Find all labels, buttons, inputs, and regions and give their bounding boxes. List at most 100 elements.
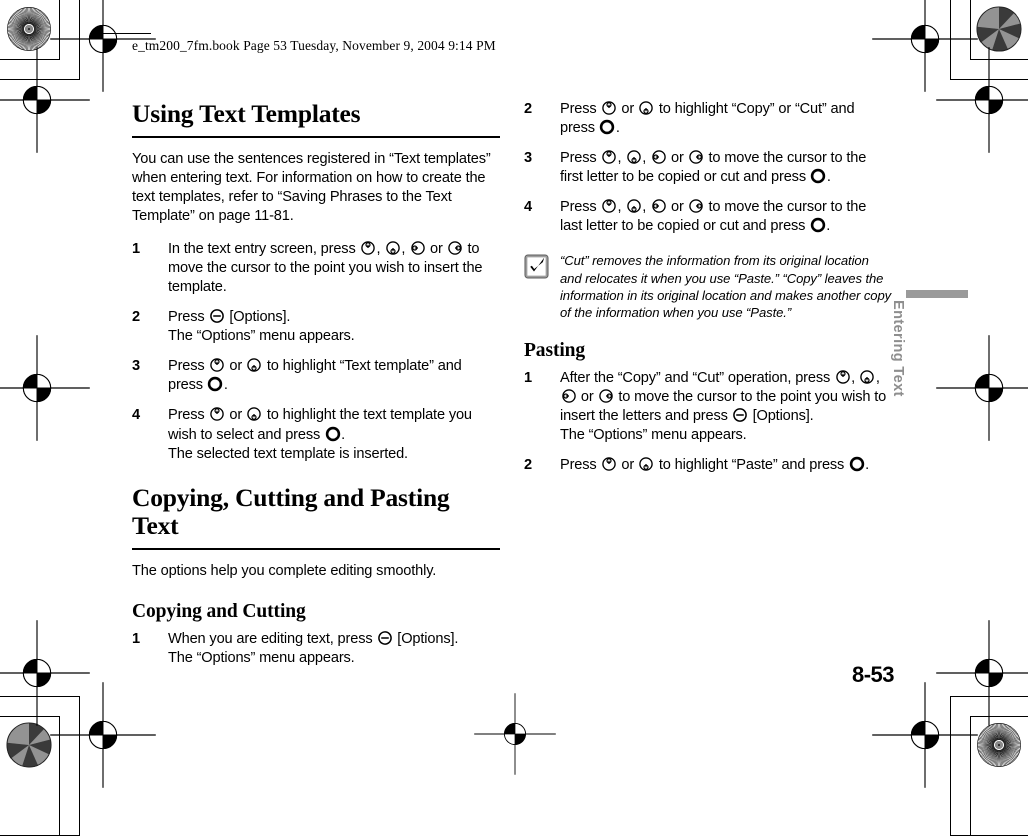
key-center-icon (207, 376, 223, 392)
step-item: 1 After the “Copy” and “Cut” operation, p… (524, 369, 892, 445)
step-text: Press [Options]. (168, 309, 291, 326)
side-tab-bar (906, 290, 968, 298)
title-rule (132, 135, 500, 139)
registration-crosshair-icon (872, 0, 978, 92)
step-number: 1 (524, 369, 532, 386)
step-number: 2 (524, 101, 532, 117)
registration-mark-left-mid (0, 335, 90, 441)
page-title: Using Text Templates (132, 99, 361, 128)
key-softkey-icon (732, 407, 748, 423)
note-text: “Cut” removes the information from its o… (560, 253, 892, 321)
step-number: 2 (524, 456, 532, 473)
page-number: 8-53 (851, 662, 895, 687)
key-down-icon (626, 198, 642, 214)
registration-mark-bottom-center (474, 693, 556, 775)
header-rule (103, 33, 151, 35)
crop-box-top-left-2 (0, 0, 80, 80)
step-text: When you are editing text, press [Option… (168, 631, 459, 648)
crop-box-top-right-2 (950, 0, 1028, 80)
key-up-icon (209, 406, 225, 422)
key-center-icon (810, 168, 826, 184)
side-tab-label: Entering Text (890, 300, 906, 397)
step-item: 1 When you are editing text, press [Optio… (132, 630, 500, 668)
key-down-icon (385, 240, 401, 256)
pinwheel-target-bottom-left (6, 722, 52, 768)
pinwheel-target-top-right (976, 6, 1022, 52)
section-rule (132, 547, 500, 551)
right-column: 2 Press or to highlight “Copy” or “Cut” a… (524, 100, 892, 486)
step-result: The “Options” menu appears. (560, 426, 747, 443)
registration-crosshair-icon (50, 0, 156, 92)
step-text: After the “Copy” and “Cut” operation, pr… (560, 369, 887, 424)
step-number: 4 (132, 407, 140, 424)
key-down-icon (246, 406, 262, 422)
check-note-icon (524, 254, 549, 279)
registration-mark-bottom-left (50, 682, 156, 788)
registration-crosshair-icon (936, 47, 1028, 153)
step-text: Press , , or to move the cursor to the f… (560, 149, 867, 186)
steps-list-pasting: 1 After the “Copy” and “Cut” operation, p… (524, 369, 892, 475)
step-text: Press , , or to move the cursor to the l… (560, 198, 867, 235)
crop-box-top-left (0, 0, 60, 60)
starburst-target-top-left (6, 6, 52, 52)
starburst-icon (977, 723, 1021, 767)
left-column: Using Text Templates You can use the sen… (132, 99, 500, 679)
key-up-icon (601, 456, 617, 472)
step-text: Press or to highlight “Paste” and press … (560, 456, 870, 473)
step-item: 1 In the text entry screen, press , , or … (132, 240, 500, 297)
key-down-icon (859, 369, 875, 385)
crop-box-bottom-left (0, 716, 60, 836)
key-right-icon (688, 198, 704, 214)
section-heading-copying-cutting-pasting: Copying, Cutting and Pasting Text (132, 482, 450, 541)
step-number: 3 (132, 358, 140, 375)
step-text: Press or to highlight the text template … (168, 406, 472, 443)
key-left-icon (410, 240, 426, 256)
key-up-icon (601, 100, 617, 116)
pinwheel-icon (976, 6, 1022, 52)
pinwheel-icon (6, 722, 52, 768)
key-down-icon (638, 456, 654, 472)
registration-mark-bottom-right (872, 682, 978, 788)
note-box: “Cut” removes the information from its o… (524, 252, 892, 322)
key-center-icon (810, 217, 826, 233)
registration-crosshair-icon (50, 682, 156, 788)
registration-mark-right-mid (936, 335, 1028, 441)
key-right-icon (447, 240, 463, 256)
step-item: 3 Press or to highlight “Text template” a… (132, 357, 500, 395)
registration-mark-left-upper (0, 47, 90, 153)
subheading-copying-and-cutting: Copying and Cutting (132, 601, 306, 623)
intro-paragraph-2: The options help you complete editing sm… (132, 563, 437, 580)
step-item: 3 Press , , or to move the cursor to the … (524, 149, 892, 187)
step-result: The “Options” menu appears. (168, 650, 355, 667)
registration-crosshair-icon (872, 682, 978, 788)
steps-list-copying-cutting-cont: 2 Press or to highlight “Copy” or “Cut” a… (524, 100, 892, 236)
crop-box-bottom-right (970, 716, 1028, 836)
step-result: The “Options” menu appears. (168, 328, 355, 345)
step-result: The selected text template is inserted. (168, 445, 408, 462)
key-up-icon (835, 369, 851, 385)
registration-crosshair-icon (936, 620, 1028, 726)
step-number: 3 (524, 150, 532, 167)
key-right-icon (598, 388, 614, 404)
step-item: 2 Press or to highlight “Paste” and press… (524, 456, 892, 475)
starburst-icon (7, 7, 51, 51)
registration-mark-left-lower (0, 620, 90, 726)
registration-crosshair-icon (0, 335, 90, 441)
key-center-icon (325, 426, 341, 442)
step-item: 4 Press , , or to move the cursor to the … (524, 198, 892, 236)
registration-crosshair-icon (0, 47, 90, 153)
print-header-text: e_tm200_7fm.book Page 53 Tuesday, Novemb… (132, 38, 496, 53)
key-up-icon (360, 240, 376, 256)
key-up-icon (601, 149, 617, 165)
key-down-icon (626, 149, 642, 165)
step-text: Press or to highlight “Copy” or “Cut” an… (560, 100, 855, 137)
key-center-icon (599, 119, 615, 135)
key-left-icon (561, 388, 577, 404)
crop-box-top-right (970, 0, 1028, 60)
step-item: 2 Press [Options]. The “Options” menu appe… (132, 308, 500, 346)
steps-list-copying-cutting: 1 When you are editing text, press [Optio… (132, 630, 500, 668)
registration-mark-top-right (872, 0, 978, 92)
steps-list-text-templates: 1 In the text entry screen, press , , or … (132, 240, 500, 463)
step-item: 2 Press or to highlight “Copy” or “Cut” a… (524, 100, 892, 138)
crop-box-bottom-left-2 (0, 696, 80, 836)
